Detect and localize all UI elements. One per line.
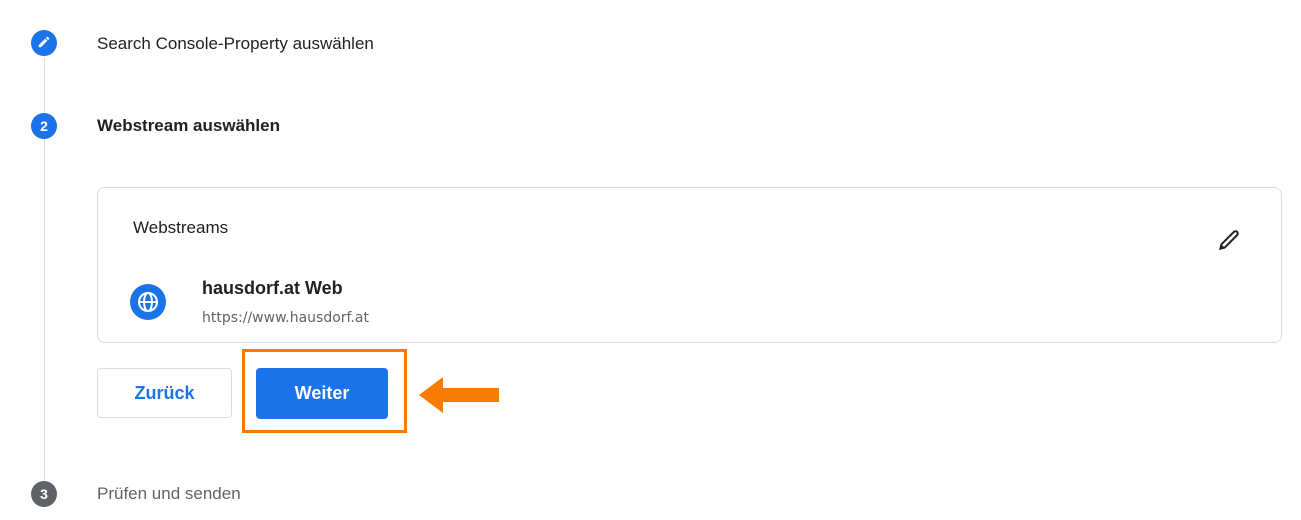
- next-button[interactable]: Weiter: [256, 368, 388, 419]
- step-3-number: 3: [40, 486, 48, 502]
- card-title: Webstreams: [133, 218, 229, 237]
- webstream-name: hausdorf.at Web: [202, 278, 343, 298]
- orange-arrow-icon: [419, 377, 499, 413]
- step-2-label: Webstream auswählen: [97, 116, 280, 135]
- webstream-card: Webstreams hausdorf.at Web https://www.h…: [97, 187, 1282, 343]
- edit-webstream-button[interactable]: [1213, 226, 1245, 258]
- step-1-label[interactable]: Search Console-Property auswählen: [97, 34, 374, 54]
- pencil-icon: [37, 35, 51, 52]
- step-3-number-badge: 3: [31, 481, 57, 507]
- step-2-number: 2: [40, 118, 48, 134]
- step-3-label[interactable]: Prüfen und senden: [97, 484, 241, 504]
- globe-icon: [130, 284, 166, 320]
- webstream-url: https://www.hausdorf.at: [202, 310, 369, 326]
- step-2-number-badge: 2: [31, 113, 57, 139]
- step-1-completed-indicator: [31, 30, 57, 56]
- pencil-icon: [1216, 227, 1242, 258]
- back-button[interactable]: Zurück: [97, 368, 232, 418]
